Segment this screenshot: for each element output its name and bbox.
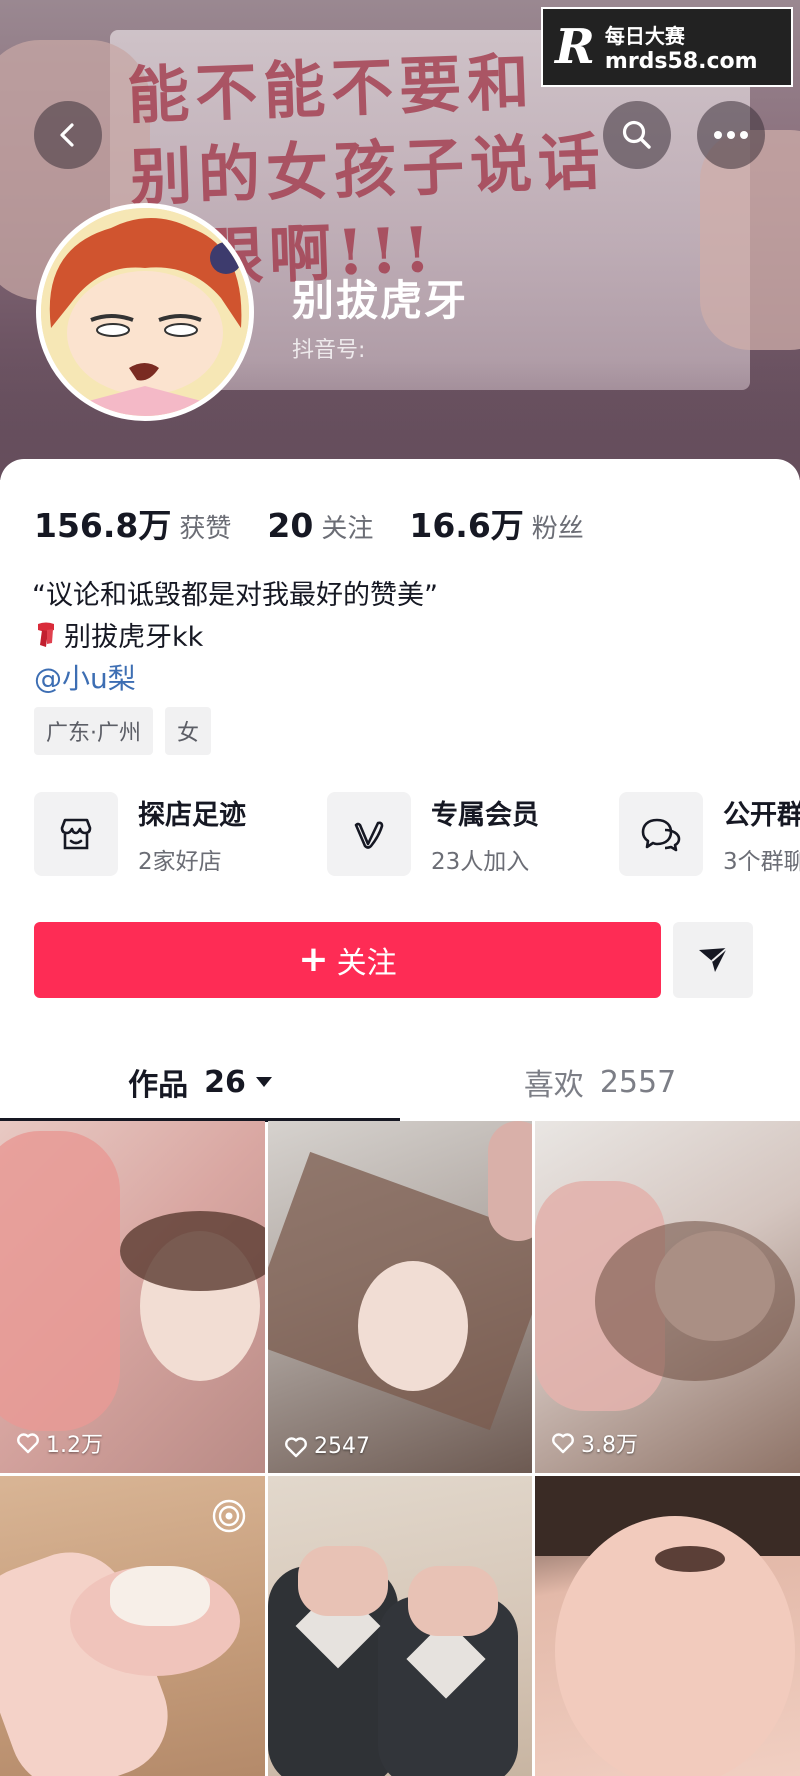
tab-likes[interactable]: 喜欢 2557 — [400, 1042, 800, 1122]
search-button[interactable] — [603, 101, 671, 169]
live-ring-icon — [212, 1499, 246, 1533]
service-store-visits[interactable]: 探店足迹 2家好店 — [34, 792, 246, 876]
heart-outline-icon — [285, 1436, 307, 1457]
video-thumbnail[interactable] — [0, 1476, 265, 1776]
gender-tag: 女 — [165, 707, 212, 755]
store-icon — [60, 818, 92, 850]
like-count: 3.8万 — [551, 1427, 638, 1459]
watermark-logo: R — [555, 19, 595, 75]
service-vip[interactable]: 专属会员 23人加入 — [327, 792, 539, 876]
location-tag: 广东·广州 — [34, 707, 153, 755]
stat-likes[interactable]: 156.8万 获赞 — [34, 499, 231, 547]
follow-label: 关注 — [336, 946, 397, 981]
douyin-id-label[interactable]: 抖音号: — [292, 332, 365, 364]
stat-value: 156.8万 — [34, 506, 172, 545]
tab-label: 喜欢 — [523, 1068, 584, 1103]
stat-value: 20 — [267, 506, 314, 545]
avatar[interactable] — [36, 203, 254, 421]
share-button[interactable] — [673, 922, 753, 998]
stat-followers[interactable]: 16.6万 粉丝 — [409, 499, 583, 547]
service-subtitle: 3个群聊 — [723, 848, 800, 875]
stat-following[interactable]: 20 关注 — [267, 506, 373, 545]
stat-label: 获赞 — [179, 514, 232, 544]
service-title: 探店足迹 — [138, 799, 246, 831]
heart-outline-icon — [552, 1433, 574, 1454]
more-dots-icon — [714, 131, 748, 139]
video-thumbnail[interactable]: 1.2万 — [0, 1121, 265, 1473]
profile-stats: 156.8万 获赞 20 关注 16.6万 粉丝 — [34, 499, 620, 547]
group-chat-icon — [641, 818, 681, 852]
plus-icon: + — [298, 938, 329, 980]
watermark-title: 每日大赛 — [604, 24, 685, 48]
video-thumbnail[interactable]: 3.8万 — [535, 1121, 800, 1473]
watermark-url: mrds58.com — [604, 49, 758, 74]
content-tabs: 作品 26 喜欢 2557 — [0, 1042, 800, 1122]
site-watermark: R 每日大赛 mrds58.com — [541, 7, 793, 87]
video-thumbnail[interactable]: 2547 — [268, 1121, 532, 1473]
like-count: 1.2万 — [16, 1427, 103, 1459]
heart-outline-icon — [17, 1433, 39, 1454]
mention-link[interactable]: @小u梨 — [34, 657, 136, 697]
tab-count: 2557 — [599, 1064, 677, 1100]
like-count: 2547 — [284, 1434, 370, 1459]
scarf-emoji-icon — [38, 622, 54, 647]
bio-quote: “议论和诋毁都是对我最好的赞美” — [32, 580, 438, 611]
avatar-cartoon-image — [41, 208, 249, 416]
bio-text: 别拔虎牙kk — [64, 622, 204, 653]
tab-works[interactable]: 作品 26 — [0, 1042, 400, 1122]
caret-down-icon — [255, 1077, 272, 1087]
profile-tags: 广东·广州 女 — [34, 707, 212, 755]
tab-count: 26 — [204, 1064, 246, 1100]
service-subtitle: 2家好店 — [138, 848, 222, 875]
service-subtitle: 23人加入 — [431, 848, 530, 875]
service-entries: 探店足迹 2家好店 专属会员 23人加入 公开群 3个群聊 — [34, 792, 800, 882]
service-group-chat[interactable]: 公开群 3个群聊 — [619, 792, 800, 876]
vip-icon — [354, 821, 384, 849]
service-title: 公开群 — [723, 799, 800, 831]
follow-button[interactable]: + 关注 — [34, 922, 661, 998]
more-button[interactable] — [697, 101, 765, 169]
service-title: 专属会员 — [431, 799, 539, 831]
stat-value: 16.6万 — [409, 506, 524, 545]
bio-line: 别拔虎牙kk — [34, 615, 203, 654]
chevron-left-icon — [60, 123, 74, 147]
back-button[interactable] — [34, 101, 102, 169]
video-thumbnail[interactable] — [535, 1476, 800, 1776]
stat-label: 关注 — [321, 514, 374, 544]
profile-name: 别拔虎牙 — [292, 276, 469, 325]
stat-label: 粉丝 — [531, 514, 584, 544]
send-icon — [699, 947, 728, 972]
video-thumbnail[interactable] — [268, 1476, 532, 1776]
tab-label: 作品 — [128, 1068, 189, 1103]
search-icon — [622, 120, 651, 149]
